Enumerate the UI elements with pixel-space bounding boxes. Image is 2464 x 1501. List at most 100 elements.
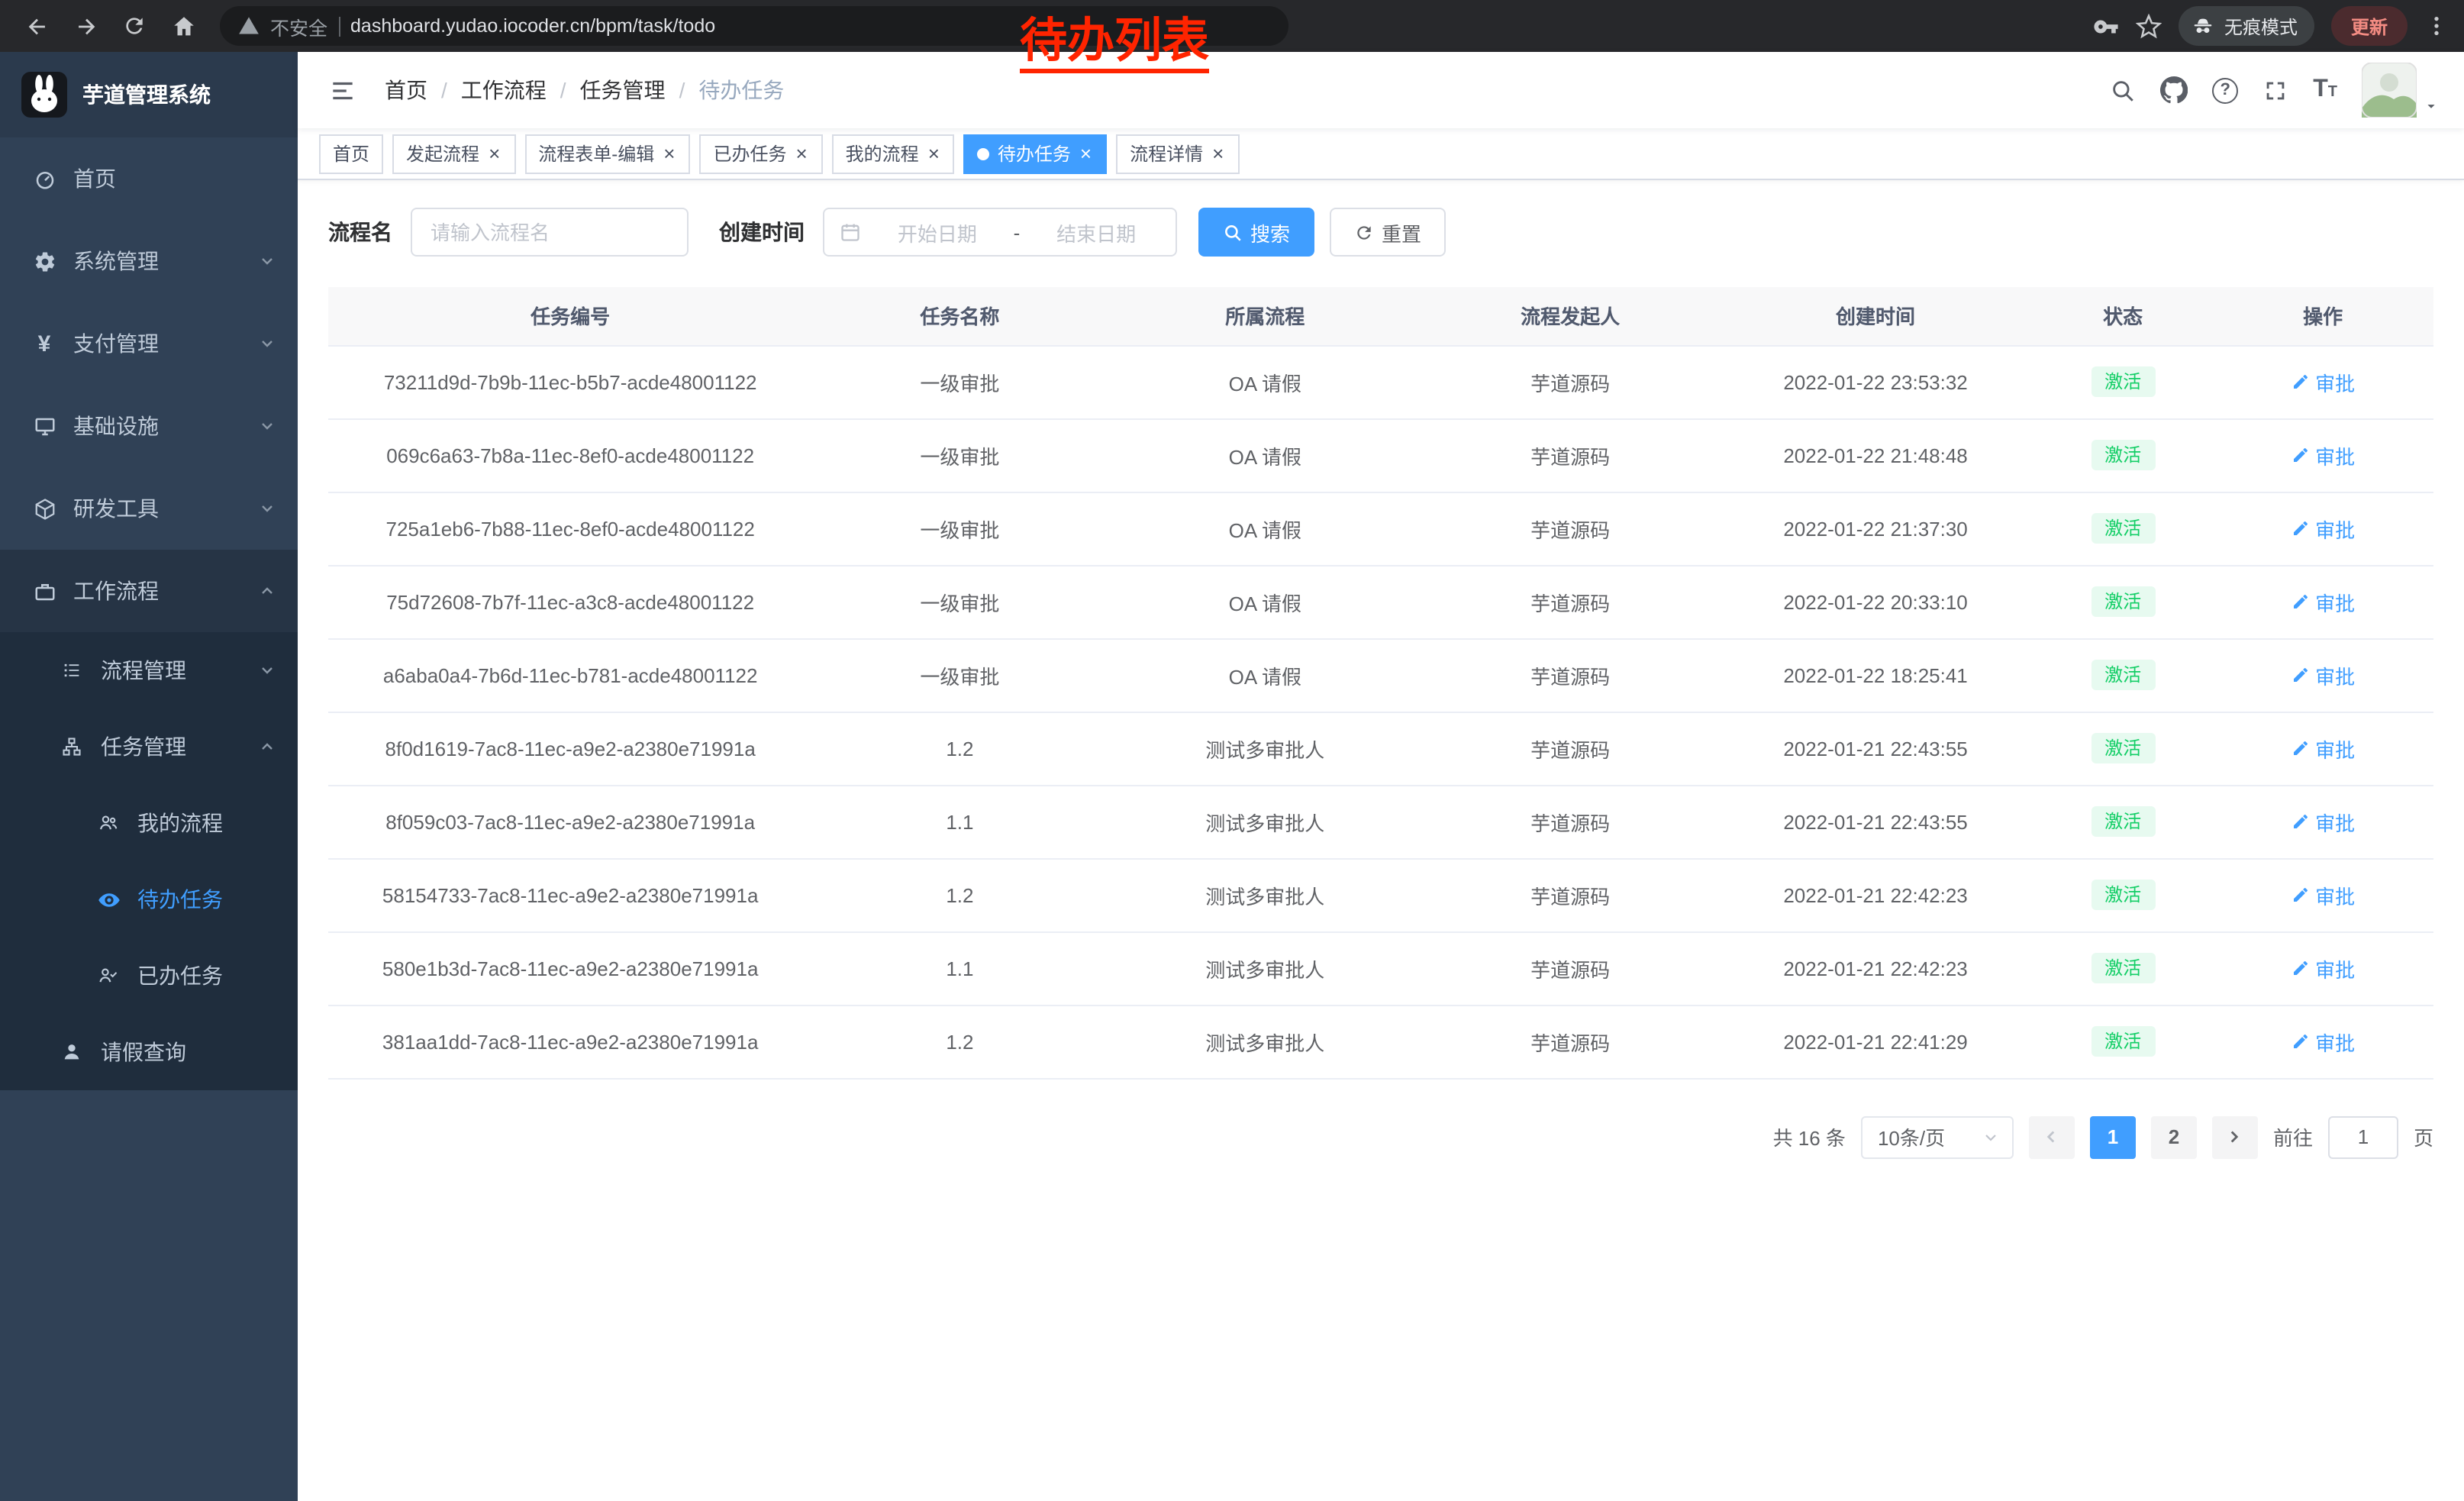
task-name-cell: 1.2 xyxy=(812,858,1107,931)
approve-button[interactable]: 审批 xyxy=(2291,441,2355,470)
initiator-cell: 芋道源码 xyxy=(1423,418,1717,492)
tags-view: 首页发起流程×流程表单-编辑×已办任务× 我的流程×待办任务×流程详情× xyxy=(298,128,2464,180)
search-icon xyxy=(1223,222,1243,242)
approve-button[interactable]: 审批 xyxy=(2291,1027,2355,1056)
search-submit-button[interactable]: 搜索 xyxy=(1198,208,1314,257)
page-button-1[interactable]: 1 xyxy=(2090,1115,2136,1158)
next-page-button[interactable] xyxy=(2212,1115,2258,1158)
approve-button[interactable]: 审批 xyxy=(2291,734,2355,763)
task-id-cell: a6aba0a4-7b6d-11ec-b781-acde48001122 xyxy=(328,638,812,712)
search-button[interactable] xyxy=(2110,77,2136,103)
fullscreen-button[interactable] xyxy=(2262,77,2288,103)
tab-done-task[interactable]: 已办任务× xyxy=(699,134,822,173)
sidebar-item-todo-task[interactable]: 待办任务 xyxy=(0,861,298,938)
sidebar-item-task-management[interactable]: 任务管理 xyxy=(0,709,298,785)
page-size-value: 10条/页 xyxy=(1878,1122,1945,1151)
box-icon xyxy=(31,495,58,522)
task-row: 580e1b3d-7ac8-11ec-a9e2-a2380e71991a1.1测… xyxy=(328,931,2433,1005)
home-button[interactable] xyxy=(162,5,205,47)
edit-icon xyxy=(2291,959,2309,977)
reset-button[interactable]: 重置 xyxy=(1330,208,1446,257)
update-button[interactable]: 更新 xyxy=(2331,6,2408,46)
sidebar-collapse-button[interactable] xyxy=(322,69,363,111)
task-row: 381aa1dd-7ac8-11ec-a9e2-a2380e71991a1.2测… xyxy=(328,1005,2433,1078)
user-avatar xyxy=(2362,63,2417,118)
approve-button[interactable]: 审批 xyxy=(2291,954,2355,983)
approve-button[interactable]: 审批 xyxy=(2291,514,2355,543)
task-table: 任务编号任务名称所属流程流程发起人创建时间状态操作 73211d9d-7b9b-… xyxy=(328,287,2433,1079)
date-range-picker[interactable]: 开始日期 - 结束日期 xyxy=(823,208,1177,257)
status-cell: 激活 xyxy=(2033,858,2212,931)
tab-close-icon[interactable]: × xyxy=(662,144,676,163)
reload-button[interactable] xyxy=(113,5,156,47)
sidebar-item-leave-query[interactable]: 请假查询 xyxy=(0,1014,298,1090)
approve-button[interactable]: 审批 xyxy=(2291,587,2355,616)
sidebar-item-workflow[interactable]: 工作流程 xyxy=(0,550,298,632)
help-button[interactable]: ? xyxy=(2212,77,2238,103)
tab-process-form-edit[interactable]: 流程表单-编辑× xyxy=(524,134,690,173)
user-menu[interactable] xyxy=(2362,63,2440,118)
tab-launch-process[interactable]: 发起流程× xyxy=(392,134,515,173)
approve-button[interactable]: 审批 xyxy=(2291,367,2355,396)
menu-label: 已办任务 xyxy=(137,960,223,991)
approve-button[interactable]: 审批 xyxy=(2291,880,2355,909)
sidebar-item-payment[interactable]: ¥ 支付管理 xyxy=(0,302,298,385)
sidebar-item-dev-tools[interactable]: 研发工具 xyxy=(0,467,298,550)
task-name-cell: 一级审批 xyxy=(812,638,1107,712)
yen-icon: ¥ xyxy=(31,330,58,357)
initiator-cell: 芋道源码 xyxy=(1423,1005,1717,1078)
hamburger-icon xyxy=(328,76,357,105)
tab-process-detail[interactable]: 流程详情× xyxy=(1116,134,1239,173)
approve-label: 审批 xyxy=(2315,734,2355,763)
menu-label: 我的流程 xyxy=(137,808,223,838)
tab-close-icon[interactable]: × xyxy=(794,144,808,163)
sidebar-item-process-management[interactable]: 流程管理 xyxy=(0,632,298,709)
created-time-cell: 2022-01-21 22:43:55 xyxy=(1717,712,2033,785)
tab-home[interactable]: 首页 xyxy=(319,134,383,173)
prev-page-button[interactable] xyxy=(2029,1115,2075,1158)
sidebar-item-infrastructure[interactable]: 基础设施 xyxy=(0,385,298,467)
sidebar-item-home[interactable]: 首页 xyxy=(0,137,298,220)
address-bar[interactable]: 不安全 dashboard.yudao.iocoder.cn/bpm/task/… xyxy=(220,6,1288,46)
approve-button[interactable]: 审批 xyxy=(2291,807,2355,836)
status-badge: 激活 xyxy=(2091,586,2155,618)
process-name-input[interactable] xyxy=(411,208,689,257)
sidebar-item-system[interactable]: 系统管理 xyxy=(0,220,298,302)
tab-close-icon[interactable]: × xyxy=(1211,144,1225,163)
task-row: 58154733-7ac8-11ec-a9e2-a2380e71991a1.2测… xyxy=(328,858,2433,931)
edit-icon xyxy=(2291,446,2309,464)
action-cell: 审批 xyxy=(2212,418,2433,492)
process-cell: 测试多审批人 xyxy=(1107,931,1423,1005)
edit-icon xyxy=(2291,1032,2309,1051)
forward-button[interactable] xyxy=(64,5,107,47)
page-size-select[interactable]: 10条/页 xyxy=(1861,1115,2014,1158)
tab-close-icon[interactable]: × xyxy=(1079,144,1093,163)
status-cell: 激活 xyxy=(2033,1005,2212,1078)
status-badge: 激活 xyxy=(2091,1026,2155,1057)
tab-todo-task[interactable]: 待办任务× xyxy=(964,134,1107,173)
password-key-button[interactable] xyxy=(2093,13,2119,39)
tab-close-icon[interactable]: × xyxy=(487,144,502,163)
tab-close-icon[interactable]: × xyxy=(927,144,941,163)
app-logo[interactable]: 芋道管理系统 xyxy=(0,52,298,137)
approve-button[interactable]: 审批 xyxy=(2291,660,2355,689)
sidebar-item-my-process[interactable]: 我的流程 xyxy=(0,785,298,861)
task-name-cell: 1.1 xyxy=(812,785,1107,858)
breadcrumb-home[interactable]: 首页 xyxy=(385,75,427,105)
tab-my-process[interactable]: 我的流程× xyxy=(832,134,955,173)
breadcrumb-task-management[interactable]: 任务管理 xyxy=(580,75,666,105)
back-button[interactable] xyxy=(15,5,58,47)
bookmark-star-button[interactable] xyxy=(2136,13,2162,39)
created-time-cell: 2022-01-21 22:42:23 xyxy=(1717,931,2033,1005)
app-title: 芋道管理系统 xyxy=(82,79,211,110)
sidebar-item-done-task[interactable]: 已办任务 xyxy=(0,938,298,1014)
font-size-button[interactable]: TT xyxy=(2313,78,2337,102)
search-label: 搜索 xyxy=(1250,218,1290,247)
initiator-cell: 芋道源码 xyxy=(1423,858,1717,931)
home-icon xyxy=(170,13,196,39)
goto-page-input[interactable] xyxy=(2328,1115,2398,1158)
page-button-2[interactable]: 2 xyxy=(2151,1115,2197,1158)
browser-menu-button[interactable] xyxy=(2424,14,2449,38)
breadcrumb-workflow[interactable]: 工作流程 xyxy=(461,75,547,105)
github-button[interactable] xyxy=(2160,76,2188,104)
